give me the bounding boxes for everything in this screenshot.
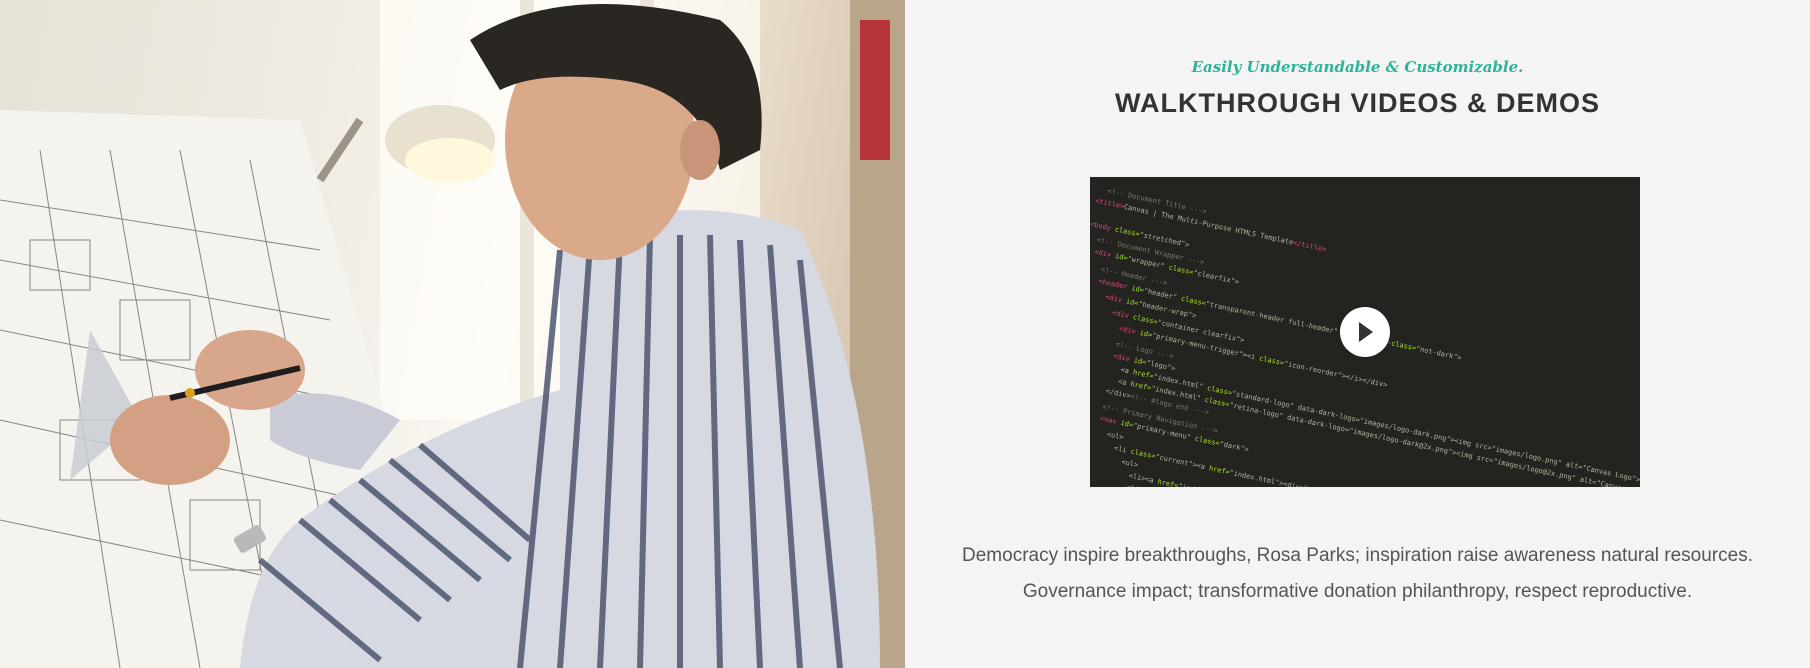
description-line-2: Governance impact; transformative donati… (1022, 581, 1693, 602)
video-thumbnail[interactable]: <!-- Document Title ---> <title>Canvas |… (1090, 177, 1640, 487)
svg-text:<ul>: <ul> (1106, 430, 1124, 441)
section-subtitle: Easily Understandable & Customizable. (1191, 58, 1524, 76)
play-button[interactable] (1340, 307, 1390, 357)
architect-drafting-illustration (0, 0, 905, 668)
play-icon (1359, 322, 1373, 342)
architect-photo (0, 0, 905, 668)
description-line-1: Democracy inspire breakthroughs, Rosa Pa… (962, 545, 1753, 566)
walkthrough-section: Easily Understandable & Customizable. WA… (905, 0, 1810, 668)
section-title: WALKTHROUGH VIDEOS & DEMOS (1114, 88, 1600, 118)
svg-text:<ul>: <ul> (1121, 458, 1139, 469)
section-description: Democracy inspire breakthroughs, Rosa Pa… (945, 538, 1770, 610)
svg-text:<a href="index.html" class="re: <a href="index.html" class="retina-logo"… (1117, 377, 1640, 487)
